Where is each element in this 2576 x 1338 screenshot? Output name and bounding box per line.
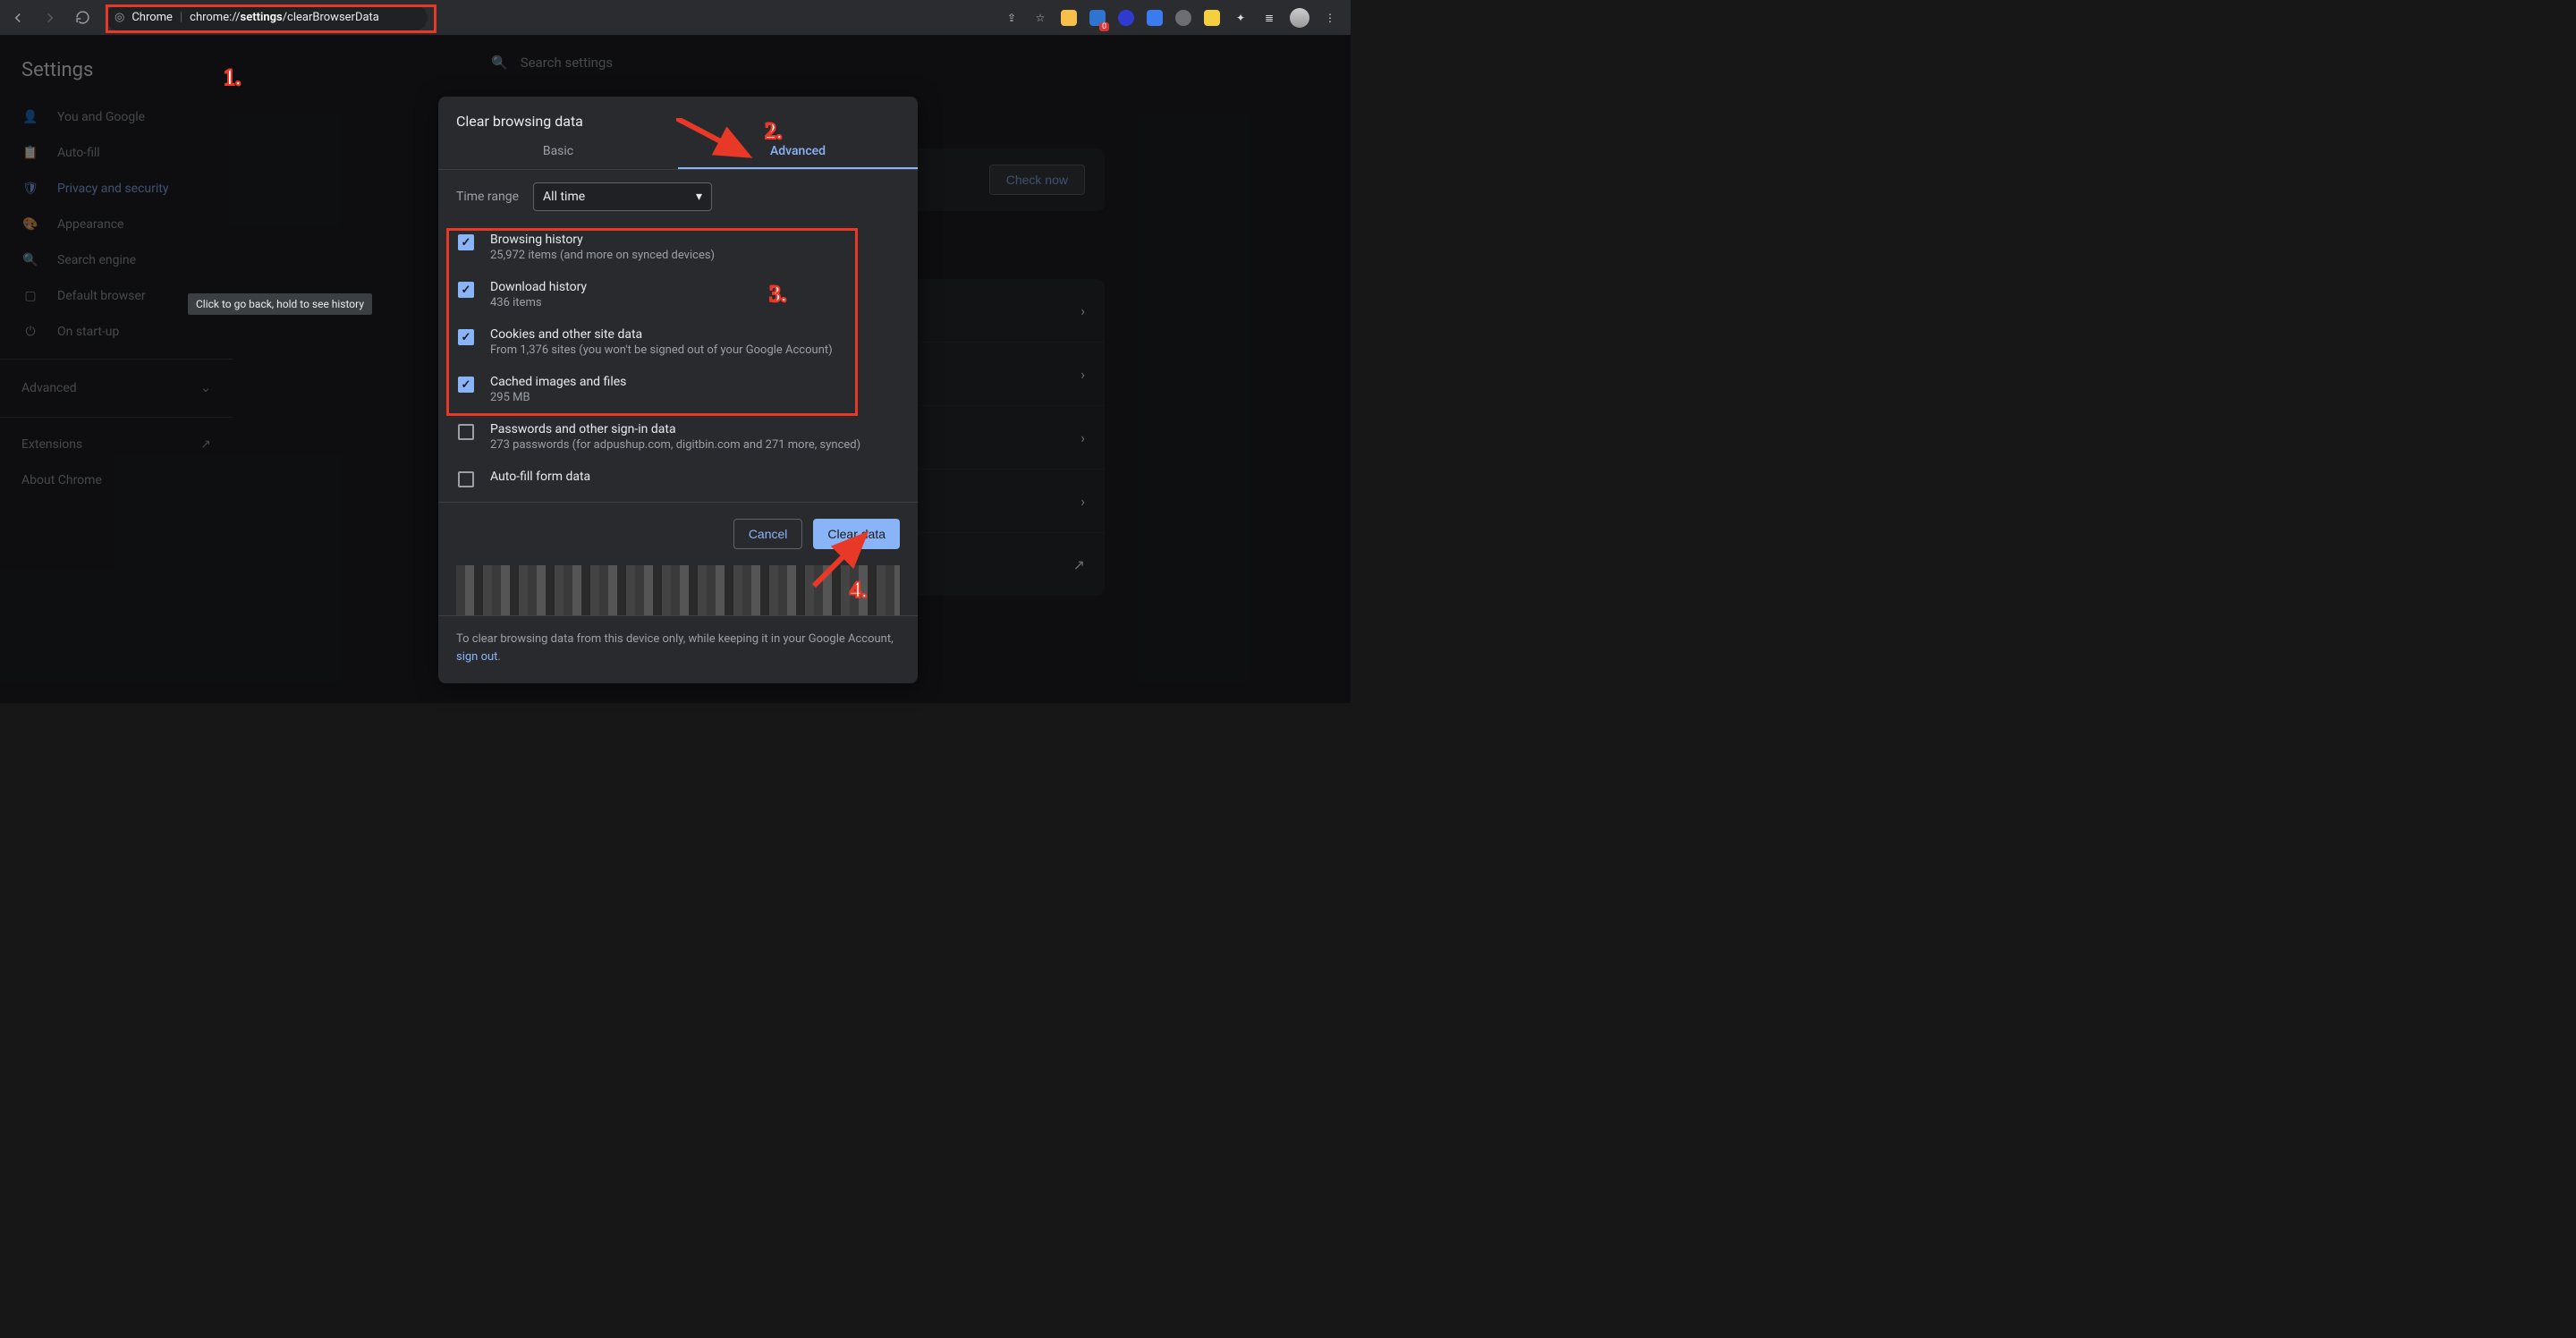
checkbox[interactable] <box>458 329 474 345</box>
option-passwords[interactable]: Passwords and other sign-in data 273 pass… <box>454 413 902 461</box>
option-title: Auto-fill form data <box>490 470 590 484</box>
option-cached-images[interactable]: Cached images and files 295 MB <box>454 366 902 413</box>
back-button-tooltip: Click to go back, hold to see history <box>188 293 372 315</box>
option-title: Download history <box>490 280 587 294</box>
sign-out-link[interactable]: sign out <box>456 650 497 664</box>
ext-icon-1[interactable] <box>1061 10 1077 26</box>
clear-options-list: Browsing history 25,972 items (and more o… <box>438 224 918 496</box>
url-bold: settings <box>241 11 283 24</box>
clear-data-button[interactable]: Clear data <box>813 519 900 549</box>
option-sub: 25,972 items (and more on synced devices… <box>490 249 715 262</box>
checkbox[interactable] <box>458 282 474 298</box>
reload-button[interactable] <box>70 5 95 30</box>
option-title: Passwords and other sign-in data <box>490 422 860 436</box>
dialog-tabs: Basic Advanced <box>438 133 918 170</box>
share-icon[interactable]: ⇪ <box>1004 10 1020 26</box>
ext-icon-3[interactable] <box>1118 10 1134 26</box>
reading-list-icon[interactable]: ≣ <box>1261 10 1277 26</box>
option-cookies[interactable]: Cookies and other site dataFrom 1,376 si… <box>454 318 902 366</box>
footnote-text: . <box>497 650 500 664</box>
forward-button[interactable] <box>38 5 63 30</box>
chevron-down-icon: ▾ <box>696 190 702 204</box>
bookmark-icon[interactable]: ☆ <box>1032 10 1048 26</box>
url-suffix: /clearBrowserData <box>283 11 379 24</box>
back-button[interactable] <box>5 5 30 30</box>
option-download-history[interactable]: Download history 436 items <box>454 271 902 318</box>
url-site-label: Chrome <box>131 11 173 24</box>
account-row-redacted <box>456 565 900 615</box>
profile-avatar[interactable] <box>1290 8 1309 28</box>
dialog-title: Clear browsing data <box>438 97 918 133</box>
ext-icon-4[interactable] <box>1147 10 1163 26</box>
toolbar-actions: ⇪ ☆ 0 ✦ ≣ ⋮ <box>1004 8 1338 28</box>
ext-icon-6[interactable] <box>1204 10 1220 26</box>
option-sub: From 1,376 sites (you won't be signed ou… <box>490 343 833 357</box>
ext-icon-2[interactable]: 0 <box>1089 10 1106 26</box>
address-bar[interactable]: ◎ Chrome | chrome://settings/clearBrowse… <box>106 5 428 30</box>
checkbox[interactable] <box>458 234 474 250</box>
option-sub: 295 MB <box>490 391 626 404</box>
tab-advanced[interactable]: Advanced <box>678 133 918 169</box>
option-sub: 273 passwords (for adpushup.com, digitbi… <box>490 438 860 452</box>
dialog-footnote: To clear browsing data from this device … <box>438 615 918 683</box>
checkbox[interactable] <box>458 377 474 393</box>
site-info-icon[interactable]: ◎ <box>114 11 124 24</box>
option-sub: 436 items <box>490 296 587 309</box>
footnote-text: To clear browsing data from this device … <box>456 632 894 646</box>
option-title: Cookies and other site data <box>490 327 833 342</box>
checkbox[interactable] <box>458 424 474 440</box>
cancel-button[interactable]: Cancel <box>733 519 803 549</box>
option-autofill[interactable]: Auto-fill form data <box>454 461 902 496</box>
ext-icon-5[interactable] <box>1175 10 1191 26</box>
option-title: Browsing history <box>490 233 715 247</box>
time-range-select[interactable]: All time ▾ <box>533 182 712 211</box>
browser-toolbar: ◎ Chrome | chrome://settings/clearBrowse… <box>0 0 1351 36</box>
option-title: Cached images and files <box>490 375 626 389</box>
checkbox[interactable] <box>458 471 474 487</box>
extensions-icon[interactable]: ✦ <box>1233 10 1249 26</box>
tab-basic[interactable]: Basic <box>438 133 678 169</box>
menu-icon[interactable]: ⋮ <box>1322 10 1338 26</box>
clear-browsing-data-dialog: Clear browsing data Basic Advanced Time … <box>438 97 918 683</box>
option-browsing-history[interactable]: Browsing history 25,972 items (and more o… <box>454 224 902 271</box>
url-prefix: chrome:// <box>190 11 240 24</box>
time-range-value: All time <box>543 190 585 204</box>
time-range-label: Time range <box>456 190 519 204</box>
